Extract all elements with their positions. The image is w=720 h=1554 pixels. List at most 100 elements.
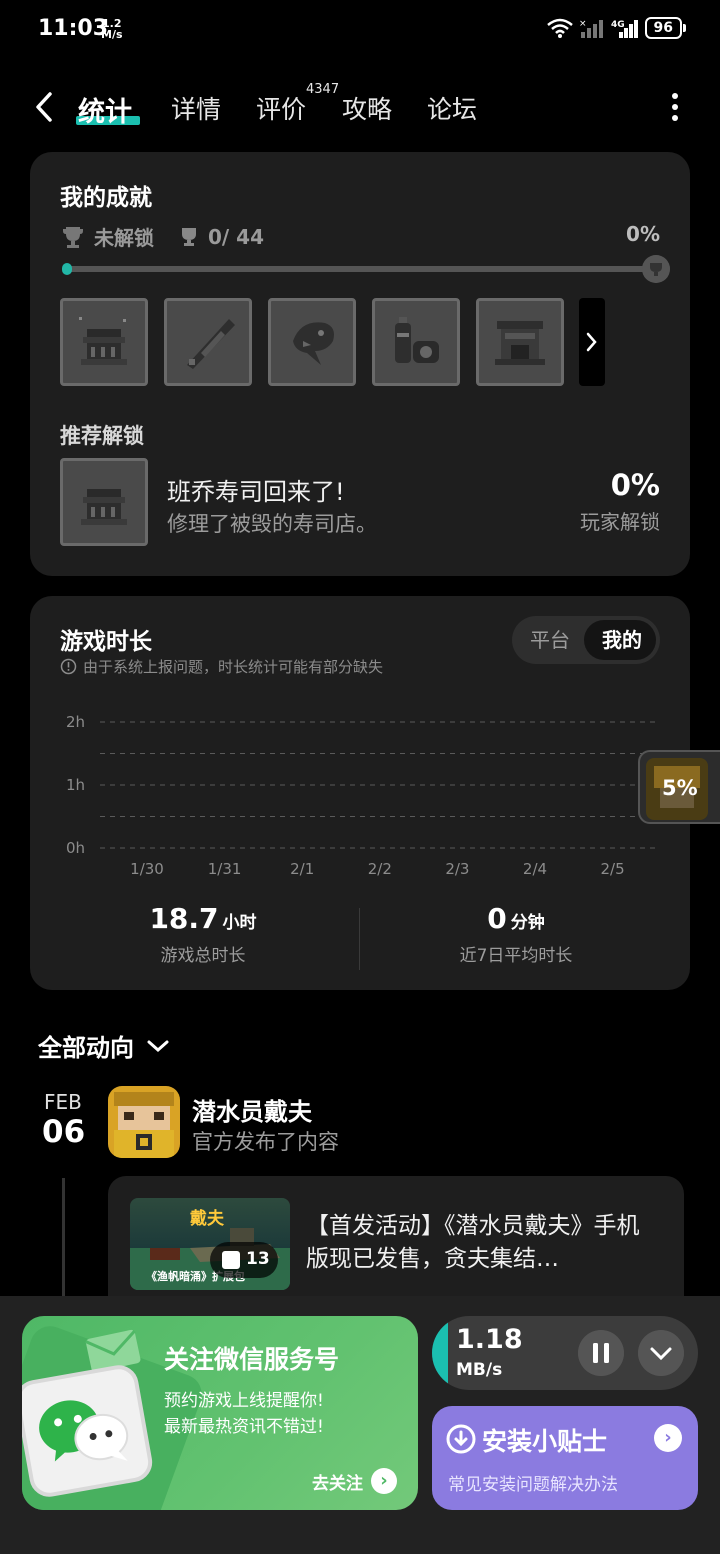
recommend-description: 修理了被毁的寿司店。	[167, 512, 377, 536]
download-progress	[432, 1316, 448, 1390]
status-speed: 1.2 M/s	[101, 17, 123, 41]
achievement-badge[interactable]	[372, 298, 460, 386]
signal-4g-icon: 4G	[611, 20, 638, 38]
achievements-title: 我的成就	[60, 185, 152, 211]
activity-post[interactable]: 戴夫 《渔帆暗涌》扩展包 13 【首发活动】《潜水员戴夫》手机版现已发售，贪夫集…	[108, 1176, 684, 1316]
tab-guides[interactable]: 攻略	[342, 90, 392, 126]
achievement-status-row: 未解锁 0/ 44	[60, 222, 264, 251]
tab-stats[interactable]: 统计	[78, 90, 132, 129]
toggle-option-platform[interactable]: 平台	[530, 624, 570, 653]
activity-month: FEB	[44, 1090, 82, 1114]
y-tick-label: 1h	[66, 776, 85, 794]
battery-indicator: 96	[644, 17, 687, 39]
achievement-percent: 0%	[626, 222, 660, 246]
recommend-name: 班乔寿司回来了!	[167, 478, 345, 506]
recommend-percent-label: 玩家解锁	[580, 510, 660, 534]
wechat-line-2: 最新最热资讯不错过!	[164, 1417, 324, 1437]
wechat-icon	[39, 1400, 129, 1462]
post-thumbnail[interactable]: 戴夫 《渔帆暗涌》扩展包 13	[130, 1198, 290, 1290]
achievement-progress-bar	[62, 255, 670, 283]
playtime-title: 游戏时长	[60, 629, 152, 655]
tab-forum[interactable]: 论坛	[427, 90, 477, 126]
install-tips-card[interactable]: 安装小贴士 › 常见安装问题解决办法	[432, 1406, 698, 1510]
harpoon-icon	[187, 319, 235, 369]
avg-playtime-value: 0	[487, 902, 507, 935]
y-tick-label: 0h	[66, 839, 85, 857]
avg-playtime-label: 近7日平均时长	[459, 946, 573, 966]
diver-dave-icon[interactable]	[108, 1086, 180, 1158]
achievements-card: 我的成就 未解锁 0/ 44 0% 推荐解锁 班乔寿司回来了! 修理了被毁的寿司…	[30, 152, 690, 576]
review-count-badge: 4347	[306, 82, 340, 97]
chevron-right-icon: ›	[654, 1424, 682, 1452]
more-options-icon[interactable]	[670, 92, 680, 122]
tab-details[interactable]: 详情	[171, 90, 221, 126]
install-tips-title: 安装小贴士	[482, 1427, 608, 1456]
total-playtime-value: 18.7	[149, 902, 219, 935]
playtime-card: 游戏时长 由于系统上报问题，时长统计可能有部分缺失 平台 我的 2h 1h 0h 1/…	[30, 596, 690, 990]
activity-filter[interactable]: 全部动向	[38, 1028, 170, 1063]
data-source-toggle[interactable]: 平台 我的	[512, 616, 660, 664]
activity-day: 06	[42, 1114, 86, 1150]
x-tick-label: 2/3	[445, 860, 469, 878]
svg-text:×: ×	[579, 19, 587, 29]
game-name[interactable]: 潜水员戴夫	[192, 1092, 312, 1127]
chevron-down-icon[interactable]	[638, 1330, 684, 1376]
image-count-badge: 13	[210, 1242, 278, 1278]
wechat-app-card	[22, 1362, 156, 1500]
signal-icon: ×	[579, 19, 603, 38]
total-playtime-label: 游戏总时长	[160, 946, 246, 966]
timeline-line	[62, 1178, 65, 1298]
achievement-count: 0/ 44	[208, 224, 265, 249]
info-icon	[60, 658, 77, 675]
game-activity-sub: 官方发布了内容	[192, 1130, 339, 1154]
recommend-badge[interactable]	[60, 458, 148, 546]
bottom-panel: 关注微信服务号 预约游戏上线提醒你! 最新最热资讯不错过! 去关注 › 1.18…	[0, 1296, 720, 1554]
chevron-right-icon[interactable]	[579, 298, 605, 386]
achievement-badge[interactable]	[164, 298, 252, 386]
sushi-shop-icon	[79, 317, 127, 365]
x-tick-label: 2/1	[290, 860, 314, 878]
back-arrow-icon[interactable]	[30, 90, 60, 124]
pause-icon[interactable]	[578, 1330, 624, 1376]
recommend-title: 推荐解锁	[60, 424, 144, 448]
wechat-follow-banner[interactable]: 关注微信服务号 预约游戏上线提醒你! 最新最热资讯不错过! 去关注 ›	[22, 1316, 418, 1510]
x-tick-label: 1/31	[208, 860, 242, 878]
cup-icon	[182, 227, 196, 246]
wechat-title: 关注微信服务号	[164, 1345, 340, 1374]
avg-playtime-unit: 分钟	[510, 913, 545, 933]
avg-playtime-stat: 0 分钟 近7日平均时长	[402, 902, 630, 966]
recommend-percent: 0%	[610, 468, 660, 502]
install-tips-sub: 常见安装问题解决办法	[448, 1475, 618, 1495]
image-icon	[222, 1251, 240, 1269]
status-icons: × 4G 96	[546, 17, 687, 39]
total-playtime-unit: 小时	[222, 913, 257, 933]
floating-achievement-tab[interactable]: 5%	[638, 750, 720, 824]
wechat-line-1: 预约游戏上线提醒你!	[164, 1391, 324, 1411]
download-speed-value: 1.18	[456, 1324, 523, 1355]
chevron-down-icon	[147, 1040, 169, 1052]
download-speed-unit: MB/s	[456, 1360, 503, 1380]
arrow-right-icon: ›	[371, 1468, 397, 1494]
achievement-badges	[60, 298, 564, 386]
post-text: 【首发活动】《潜水员戴夫》手机版现已发售，贪夫集结…	[306, 1213, 640, 1272]
svg-text:4G: 4G	[611, 20, 625, 30]
wechat-follow-button[interactable]: 去关注 ›	[312, 1468, 397, 1494]
achievement-badge[interactable]	[268, 298, 356, 386]
building-icon	[495, 321, 545, 365]
download-speed-widget[interactable]: 1.18 MB/s	[432, 1316, 698, 1390]
x-tick-label: 2/5	[601, 860, 625, 878]
achievement-status-label: 未解锁	[94, 226, 154, 250]
tab-reviews[interactable]: 评价	[256, 90, 306, 126]
progress-fill	[62, 263, 72, 275]
x-tick-label: 2/2	[368, 860, 392, 878]
activity-header: 全部动向	[38, 1034, 134, 1062]
y-tick-label: 2h	[66, 713, 85, 731]
toggle-option-mine[interactable]: 我的	[602, 624, 642, 653]
sushi-shop-icon	[81, 489, 127, 525]
achievement-badge[interactable]	[60, 298, 148, 386]
progress-end-trophy-icon	[642, 255, 670, 283]
status-bar: 11:03 1.2 M/s × 4G 96	[0, 0, 720, 60]
x-tick-label: 2/4	[523, 860, 547, 878]
achievement-badge[interactable]	[476, 298, 564, 386]
top-nav: 统计 详情 评价 4347 攻略 论坛	[0, 78, 720, 138]
